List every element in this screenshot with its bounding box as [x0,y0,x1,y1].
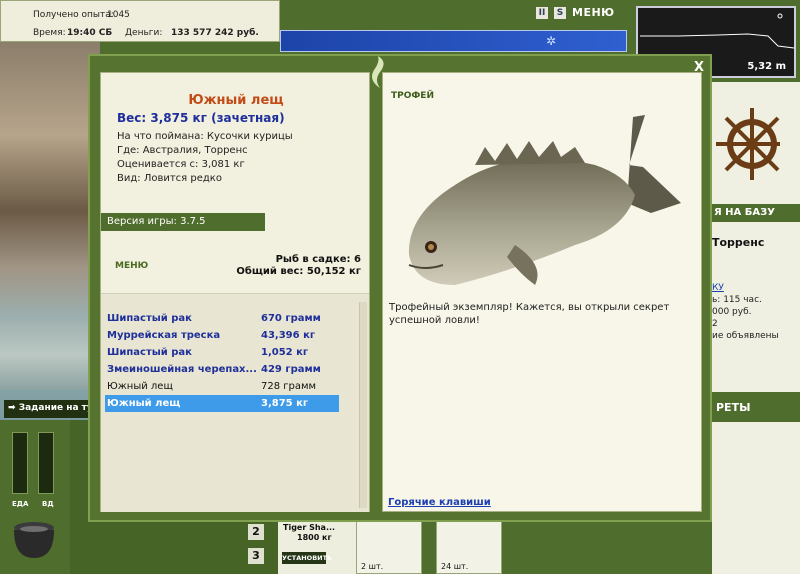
hook-slot[interactable]: 2 шт. [356,520,422,574]
catch-fish-weight: 670 грамм [261,313,321,324]
info-line-3: 2 [712,319,718,329]
scenery-image [0,40,100,420]
bait-slot[interactable]: 24 шт. [436,520,502,574]
catch-list: Шипастый рак 670 грамм Муррейская треска 43… [105,310,339,412]
fish-image [408,115,681,285]
time-label: Время: [33,28,66,38]
keepnet-total: Общий вес: 50,152 кг [236,266,361,277]
top-icons: II S МЕНЮ [536,6,615,19]
version-label: Версия игры: 3.7.5 [101,213,265,231]
tackle-slot[interactable]: Tiger Sha... 1800 кг [278,520,356,574]
stats-hud: Получено опыта: 1045 Время: 19:40 СБ Ден… [0,0,280,42]
tackle-weight: 1800 кг [297,533,332,542]
info-line-2: 000 руб. [712,307,752,317]
slot-2-button[interactable]: 2 [248,524,264,540]
pause-button[interactable]: II [536,6,548,19]
exp-value: 1045 [107,10,130,20]
menu-button[interactable]: МЕНЮ [115,261,148,271]
time-value: 19:40 СБ [67,28,113,38]
task-button[interactable]: ➡ Задание на тур [4,400,100,418]
bait-count: 24 шт. [441,562,469,571]
keepnet-count: Рыб в садке: 6 [275,254,361,265]
hook-count: 2 шт. [361,562,384,571]
trophy-panel: ТРОФЕЙ Трофейный экземпляр! Кажется, вы … [382,72,702,512]
catch-fish-name: Южный лещ [107,398,181,409]
install-button[interactable]: УСТАНОВИТЬ [282,552,332,564]
fish-bait: На что поймана: Кусочки курицы [117,131,293,142]
to-base-button[interactable]: Я НА БАЗУ [712,204,800,222]
fish-location: Где: Австралия, Торренс [117,145,248,156]
catch-row[interactable]: Шипастый рак 1,052 кг [105,344,339,361]
keepnet-summary: Рыб в садке: 6 Общий вес: 50,152 кг [236,254,361,278]
catch-fish-weight: 3,875 кг [261,398,309,409]
ship-wheel-icon [716,108,780,180]
catch-row[interactable]: Южный лещ 3,875 кг [105,395,339,412]
exp-label: Получено опыта: [33,10,114,20]
vd-label: ВД [42,500,54,508]
blue-status-bar: ✲ [280,30,627,52]
catch-row[interactable]: Змеиношейная черепах... 429 грамм [105,361,339,378]
location-link[interactable]: КУ [712,282,779,294]
catch-row[interactable]: Южный лещ 728 грамм [105,378,339,395]
location-name: Торренс [712,236,765,249]
info-line-4: ие объявлены [712,331,779,341]
location-info: КУ ь: 115 час. 000 руб. 2 ие объявлены [712,282,779,342]
tackle-name: Tiger Sha... [283,523,336,532]
catch-dialog: X Южный лещ Вес: 3,875 кг (зачетная) На … [88,54,712,522]
catch-fish-weight: 728 грамм [261,381,317,392]
catch-fish-name: Южный лещ [107,381,173,392]
hotkeys-link[interactable]: Горячие клавиши [388,497,491,508]
vd-gauge [38,432,54,494]
catch-list-box: Шипастый рак 670 грамм Муррейская треска 43… [101,293,369,512]
money-value: 133 577 242 руб. [171,28,259,38]
catch-row[interactable]: Муррейская треска 43,396 кг [105,327,339,344]
catch-fish-weight: 429 грамм [261,364,321,375]
food-label: ЕДА [12,500,29,508]
cauldron-icon[interactable] [10,518,58,562]
info-line-1: ь: 115 час. [712,295,762,305]
trophy-label: ТРОФЕЙ [391,91,434,101]
catch-fish-weight: 1,052 кг [261,347,309,358]
catch-fish-name: Шипастый рак [107,347,192,358]
catch-list-scrollbar[interactable] [359,302,367,508]
money-label: Деньги: [125,28,163,38]
catch-row[interactable]: Шипастый рак 670 грамм [105,310,339,327]
catch-fish-name: Шипастый рак [107,313,192,324]
trophy-text: Трофейный экземпляр! Кажется, вы открыли… [389,302,670,326]
depth-value: 5,32 m [747,61,786,72]
catch-fish-name: Муррейская треска [107,330,221,341]
fish-info-panel: Южный лещ Вес: 3,875 кг (зачетная) На чт… [100,72,370,512]
top-menu-button[interactable]: МЕНЮ [572,6,615,19]
slot-3-button[interactable]: 3 [248,548,264,564]
catch-fish-name: Змеиношейная черепах... [107,364,257,375]
sound-button[interactable]: S [554,6,566,19]
secrets-header[interactable]: РЕТЫ [712,392,800,422]
fish-weight: Вес: 3,875 кг (зачетная) [117,111,285,125]
arrow-right-icon: ➡ [8,403,19,413]
food-gauge [12,432,28,494]
catch-fish-weight: 43,396 кг [261,330,316,341]
map-marker-icon: ✲ [545,34,556,48]
fish-valued-from: Оценивается с: 3,081 кг [117,159,245,170]
fish-title: Южный лещ [188,93,284,108]
fish-type: Вид: Ловится редко [117,173,222,184]
